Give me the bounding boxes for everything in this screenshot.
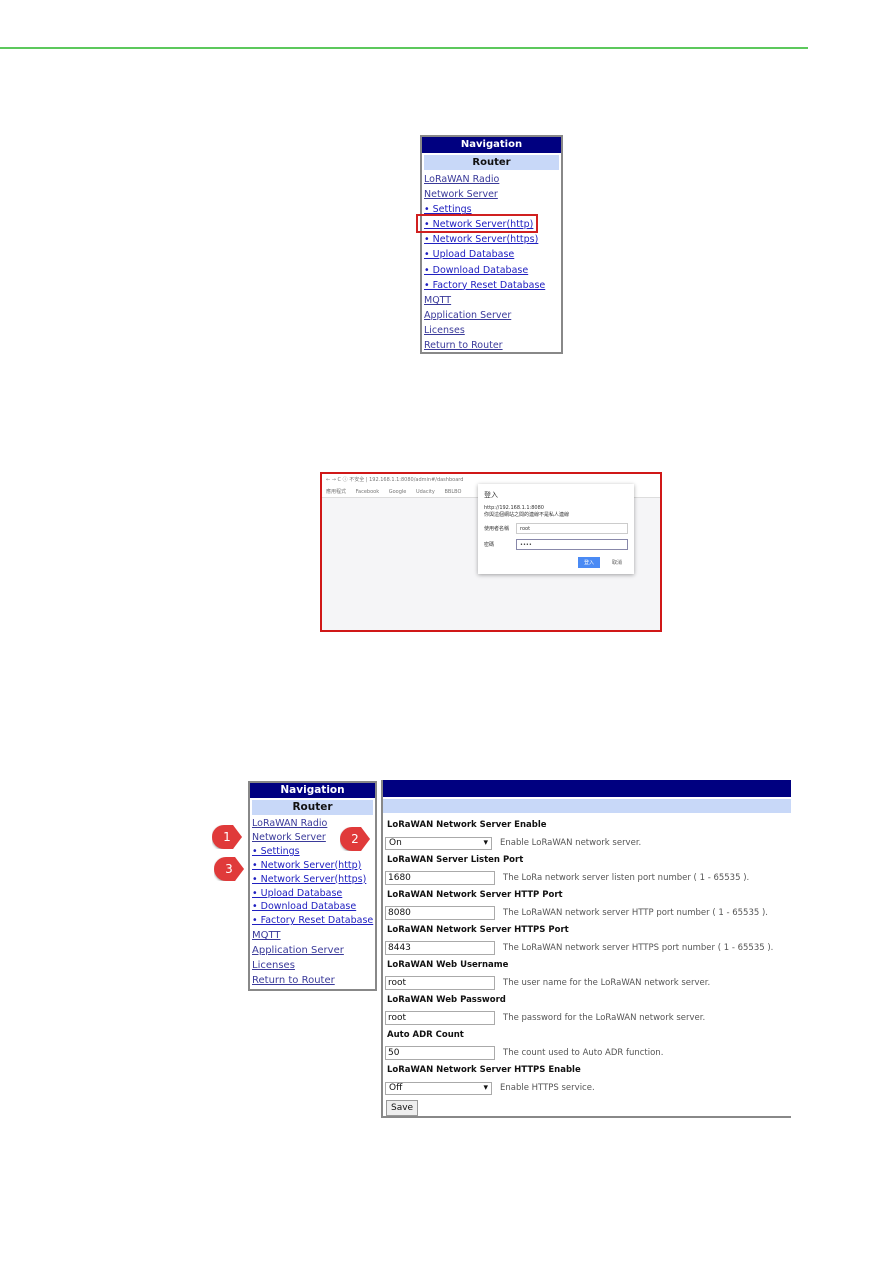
login-button[interactable]: 登入 [577, 557, 600, 568]
nav-item[interactable]: • Factory Reset Database [422, 278, 561, 293]
field-row: On Enable LoRaWAN network server. [383, 834, 791, 852]
cancel-button[interactable]: 取消 [606, 557, 628, 568]
form-header [383, 780, 791, 797]
username-input[interactable]: root [516, 523, 628, 534]
nav-item[interactable]: • Upload Database [250, 887, 375, 901]
nav-title: Navigation [250, 783, 375, 798]
nav-item[interactable]: • Download Database [250, 900, 375, 914]
field-label: LoRaWAN Network Server HTTP Port [387, 890, 563, 900]
nav-item[interactable]: Application Server [422, 308, 561, 323]
field-row: 1680 The LoRa network server listen port … [383, 869, 791, 887]
field-hint: The LoRaWAN network server HTTP port num… [503, 908, 768, 918]
callout-1: 1 [212, 825, 242, 849]
save-button[interactable]: Save [386, 1100, 419, 1116]
navigation-panel-2: Navigation Router LoRaWAN Radio Network S… [248, 781, 377, 991]
nav-item[interactable]: • Network Server(https) [250, 873, 375, 887]
text-input[interactable]: root [385, 976, 495, 990]
field-label: Auto ADR Count [387, 1030, 464, 1040]
callout-3: 3 [214, 857, 244, 881]
field-row: 8443 The LoRaWAN network server HTTPS por… [383, 939, 791, 957]
dialog-title: 登入 [484, 491, 498, 499]
field-label: LoRaWAN Web Password [387, 995, 506, 1005]
nav-item[interactable]: LoRaWAN Radio [422, 172, 561, 187]
nav-item[interactable]: MQTT [422, 293, 561, 308]
header-rule [0, 47, 808, 49]
nav-item[interactable]: • Factory Reset Database [250, 914, 375, 928]
nav-item[interactable]: • Upload Database [422, 247, 561, 262]
field-hint: The count used to Auto ADR function. [503, 1048, 664, 1058]
navigation-panel-1: Navigation Router LoRaWAN Radio Network S… [420, 135, 563, 354]
nav-item[interactable]: • Network Server(https) [422, 232, 561, 247]
field-row: root The password for the LoRaWAN network… [383, 1009, 791, 1027]
field-row: 8080 The LoRaWAN network server HTTP port… [383, 904, 791, 922]
password-input[interactable]: •••• [516, 539, 628, 550]
field-hint: The password for the LoRaWAN network ser… [503, 1013, 706, 1023]
field-hint: The user name for the LoRaWAN network se… [503, 978, 711, 988]
username-label: 使用者名稱 [484, 526, 510, 532]
text-input[interactable]: 1680 [385, 871, 495, 885]
bookmark[interactable]: Google [389, 489, 407, 495]
text-input[interactable]: 8080 [385, 906, 495, 920]
bookmark[interactable]: Facebook [356, 489, 380, 495]
nav-item[interactable]: Network Server [422, 187, 561, 202]
bookmark[interactable]: 應用程式 [326, 489, 346, 495]
nav-title: Navigation [422, 137, 561, 153]
field-hint: Enable HTTPS service. [500, 1083, 595, 1093]
dialog-note: 你與這個網站之間的連線不是私人連線 [484, 512, 570, 518]
nav-section: Router [424, 155, 559, 170]
select-field[interactable]: On [385, 836, 492, 850]
nav-item[interactable]: Licenses [250, 958, 375, 973]
field-row: Off Enable HTTPS service. [383, 1079, 791, 1097]
text-input[interactable]: root [385, 1011, 495, 1025]
highlight-box [416, 214, 538, 233]
nav-item[interactable]: Return to Router [422, 338, 561, 353]
nav-item[interactable]: Application Server [250, 943, 375, 958]
field-hint: The LoRaWAN network server HTTPS port nu… [503, 943, 774, 953]
text-input[interactable]: 8443 [385, 941, 495, 955]
field-row: 50 The count used to Auto ADR function. [383, 1044, 791, 1062]
login-screenshot: ← → C ⓘ 不安全 | 192.168.1.1:8080/admin#/da… [320, 472, 662, 632]
bookmark[interactable]: BBLBO [445, 489, 462, 495]
field-hint: Enable LoRaWAN network server. [500, 838, 642, 848]
nav-item[interactable]: Licenses [422, 323, 561, 338]
bookmark[interactable]: Udacity [416, 489, 435, 495]
field-label: LoRaWAN Network Server Enable [387, 820, 547, 830]
nav-item[interactable]: MQTT [250, 928, 375, 943]
login-dialog: 登入 http://192.168.1.1:8080 你與這個網站之間的連線不是… [478, 484, 634, 574]
nav-section: Router [252, 800, 373, 815]
field-hint: The LoRa network server listen port numb… [503, 873, 750, 883]
password-label: 密碼 [484, 542, 495, 548]
network-server-form: LoRaWAN Network Server Enable On Enable Lo… [381, 780, 791, 1118]
nav-item[interactable]: Return to Router [250, 973, 375, 988]
field-label: LoRaWAN Web Username [387, 960, 509, 970]
field-label: LoRaWAN Network Server HTTPS Port [387, 925, 569, 935]
text-input[interactable]: 50 [385, 1046, 495, 1060]
nav-item[interactable]: • Download Database [422, 263, 561, 278]
form-subheader [383, 799, 791, 813]
nav-item[interactable]: • Network Server(http) [250, 859, 375, 873]
field-row: root The user name for the LoRaWAN networ… [383, 974, 791, 992]
field-label: LoRaWAN Server Listen Port [387, 855, 524, 865]
field-label: LoRaWAN Network Server HTTPS Enable [387, 1065, 581, 1075]
select-field[interactable]: Off [385, 1081, 492, 1095]
